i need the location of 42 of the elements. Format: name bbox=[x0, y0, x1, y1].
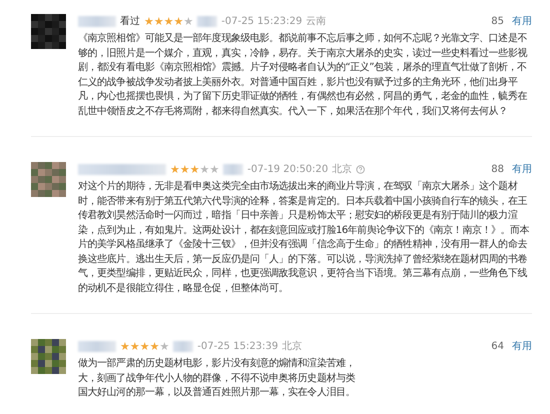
review-text-line: 做为一部严肃的历史题材电影，影片没有刻意的煽情和渲染苦难， bbox=[78, 357, 356, 371]
review-time: -07-25 15:23:29 bbox=[221, 16, 302, 26]
watch-status: 看过 bbox=[120, 14, 140, 28]
star-icon: ★ bbox=[170, 164, 180, 174]
star-icon: ★ bbox=[160, 340, 170, 352]
review-text-line: 大，刻画了战争年代小人物的群像，不得不说申奥将历史题材与类 bbox=[78, 372, 356, 386]
star-icon: ★ bbox=[200, 164, 210, 174]
star-icon: ★ bbox=[144, 16, 154, 26]
useful-link[interactable]: 有用 bbox=[512, 162, 532, 176]
vote-count: 64 bbox=[491, 340, 504, 352]
star-icon: ★ bbox=[210, 164, 220, 174]
useful-link[interactable]: 有用 bbox=[512, 339, 532, 353]
blurred-text bbox=[197, 16, 218, 26]
review-location: 北京 bbox=[332, 162, 352, 176]
vote-count: 85 bbox=[491, 16, 504, 26]
help-icon[interactable] bbox=[356, 164, 366, 174]
review-time: -07-25 15:23:39 bbox=[197, 340, 278, 352]
review-location: 云南 bbox=[306, 14, 326, 28]
star-icon: ★ bbox=[140, 340, 150, 352]
vote-count: 88 bbox=[491, 164, 504, 174]
useful-link[interactable]: 有用 bbox=[512, 14, 532, 28]
blurred-name bbox=[78, 340, 116, 352]
star-icon: ★ bbox=[184, 16, 194, 26]
star-icon: ★ bbox=[130, 340, 140, 352]
star-icon: ★ bbox=[154, 16, 164, 26]
blurred-name bbox=[78, 16, 116, 26]
star-icon: ★ bbox=[150, 340, 160, 352]
blurred-text bbox=[173, 340, 194, 352]
review-time: -07-19 20:50:20 bbox=[247, 164, 328, 174]
blurred-text bbox=[223, 164, 244, 174]
review-text: 对这个片的期待，无非是看申奥这类完全由市场选拔出来的商业片导演，在驾驭「南京大屠杀」这个题材时，能否带来有别于第五代第六代导演的诠释，答案是肯定的。日本兵载着中国小孩骑自行车的镜头，在王传君教刘昊然活命时一闪而过，暗指「日中亲善」只是粉饰太平；慰安妇的桥段更是有别于陆川的极力渲染，点到为止，有如鬼片。这两处设计，都在刻意回应或打脸16年前舆论争议下的《南京！南京！》。而本片的美学风格虽继承了《金陵十三钗》，但并没有强调「信念高于生命」的牺牲精神，没有用一群人的命去换这些底片。逃出生天后，第一反应仍是问「人」的下落。可以说，导演洗掉了曾经萦绕在题材四周的书卷气，更类型编排，更贴近民众，同样，也更强调敌我意识，更符合当下语境。第三幕有点崩，一些角色下线的动机不是很能立得住，略显仓促，但整体尚可。 bbox=[78, 180, 530, 296]
avatar-icon bbox=[31, 339, 66, 374]
star-icon: ★ bbox=[174, 16, 184, 26]
review-location: 北京 bbox=[282, 340, 302, 353]
star-icon: ★ bbox=[120, 340, 130, 352]
review-text: 《南京照相馆》可能又是一部年度现象级电影。都说前事不忘后事之师，如何不忘呢？光靠文字、口述是不够的，旧照片是一个媒介，直观，真实，冷静，易存。关于南京大屠杀的史实，读过一些史料看过一些影视剧，都没有看电影《南京照相馆》震撼。片子对侵略者自认为的“正义”包装，屠杀的理直气壮做了剖析，不仁义的战争被战争发动者披上美丽外衣。对普通中国百姓，影片也没有赋予过多的主角光环，他们出身平凡，内心也摇摆也畏惧，为了留下历史罪证做的牺牲，有偶然也有必然，阿昌的勇气，老金的血性，毓秀在乱世中领悟皮之不存毛将焉附，都来得自然真实。代入一下，如果活在那个年代，我们又将何去何从？ bbox=[78, 32, 528, 118]
avatar-icon bbox=[31, 162, 66, 197]
star-icon: ★ bbox=[190, 164, 200, 174]
avatar-icon bbox=[31, 14, 66, 49]
star-icon: ★ bbox=[164, 16, 174, 26]
review-text-line: 国大好山河的那一幕，以及普通百姓照片那一幕，实在令人泪目。 bbox=[78, 386, 356, 400]
star-icon: ★ bbox=[180, 164, 190, 174]
